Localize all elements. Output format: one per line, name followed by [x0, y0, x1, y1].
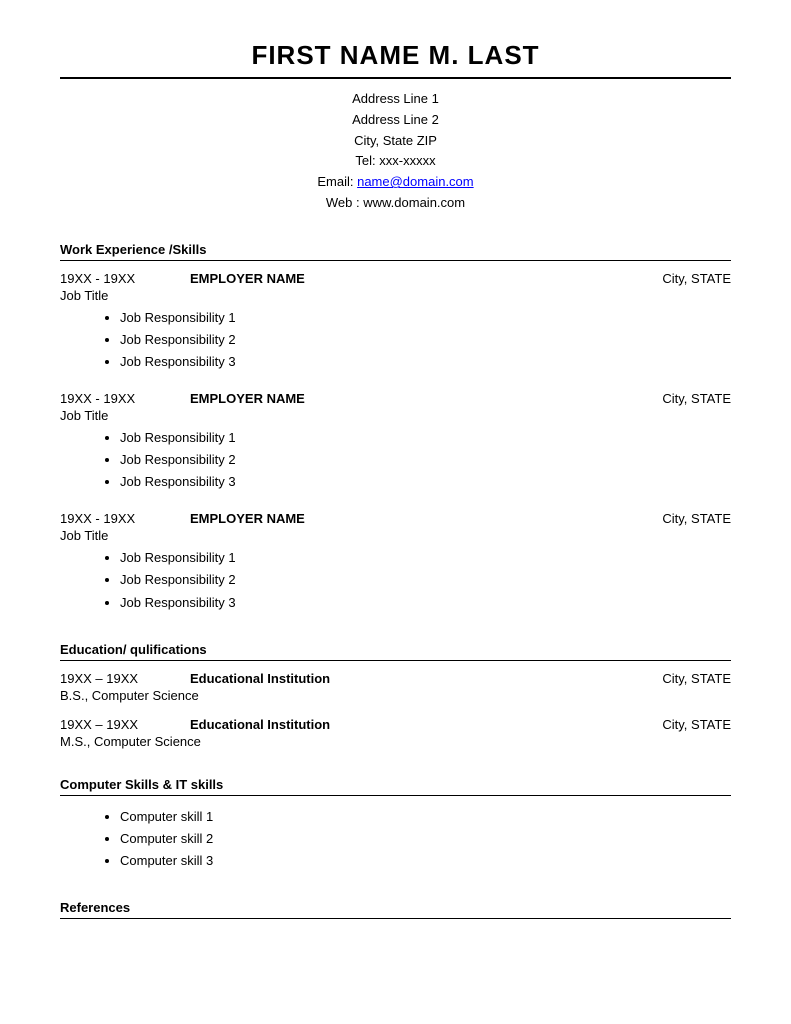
references-title: References [60, 900, 731, 919]
address-line2: Address Line 2 [60, 110, 731, 131]
list-item: Job Responsibility 2 [120, 569, 731, 591]
address-line1: Address Line 1 [60, 89, 731, 110]
education-title: Education/ qulifications [60, 642, 731, 661]
resume-contact: Address Line 1 Address Line 2 City, Stat… [60, 89, 731, 214]
job-dates-3: 19XX - 19XX [60, 511, 190, 526]
skills-list: Computer skill 1 Computer skill 2 Comput… [60, 806, 731, 872]
edu-dates-2: 19XX – 19XX [60, 717, 190, 732]
job-entry-1: 19XX - 19XX EMPLOYER NAME City, STATE Jo… [60, 271, 731, 373]
job-title-1: Job Title [60, 288, 731, 303]
job-header-1: 19XX - 19XX EMPLOYER NAME City, STATE [60, 271, 731, 286]
education-section: Education/ qulifications 19XX – 19XX Edu… [60, 642, 731, 749]
email-label: Email: [317, 174, 357, 189]
list-item: Job Responsibility 1 [120, 547, 731, 569]
edu-header-1: 19XX – 19XX Educational Institution City… [60, 671, 731, 686]
edu-location-1: City, STATE [611, 671, 731, 686]
edu-institution-1: Educational Institution [190, 671, 611, 686]
list-item: Job Responsibility 3 [120, 351, 731, 373]
edu-dates-1: 19XX – 19XX [60, 671, 190, 686]
tel: Tel: xxx-xxxxx [60, 151, 731, 172]
list-item: Computer skill 1 [120, 806, 731, 828]
job-entry-3: 19XX - 19XX EMPLOYER NAME City, STATE Jo… [60, 511, 731, 613]
computer-skills-section: Computer Skills & IT skills Computer ski… [60, 777, 731, 872]
job-employer-1: EMPLOYER NAME [190, 271, 611, 286]
city-state-zip: City, State ZIP [60, 131, 731, 152]
work-experience-title: Work Experience /Skills [60, 242, 731, 261]
edu-institution-2: Educational Institution [190, 717, 611, 732]
job-responsibilities-2: Job Responsibility 1 Job Responsibility … [60, 427, 731, 493]
list-item: Job Responsibility 2 [120, 449, 731, 471]
job-dates-1: 19XX - 19XX [60, 271, 190, 286]
edu-location-2: City, STATE [611, 717, 731, 732]
edu-entry-2: 19XX – 19XX Educational Institution City… [60, 717, 731, 749]
references-section: References [60, 900, 731, 919]
job-responsibilities-1: Job Responsibility 1 Job Responsibility … [60, 307, 731, 373]
list-item: Computer skill 3 [120, 850, 731, 872]
job-employer-2: EMPLOYER NAME [190, 391, 611, 406]
job-header-3: 19XX - 19XX EMPLOYER NAME City, STATE [60, 511, 731, 526]
list-item: Job Responsibility 3 [120, 471, 731, 493]
email-line: Email: name@domain.com [60, 172, 731, 193]
email-link[interactable]: name@domain.com [357, 174, 474, 189]
edu-header-2: 19XX – 19XX Educational Institution City… [60, 717, 731, 732]
job-employer-3: EMPLOYER NAME [190, 511, 611, 526]
job-title-2: Job Title [60, 408, 731, 423]
list-item: Job Responsibility 3 [120, 592, 731, 614]
resume-header: FIRST NAME M. LAST Address Line 1 Addres… [60, 40, 731, 214]
web: Web : www.domain.com [60, 193, 731, 214]
list-item: Job Responsibility 1 [120, 427, 731, 449]
computer-skills-title: Computer Skills & IT skills [60, 777, 731, 796]
list-item: Job Responsibility 2 [120, 329, 731, 351]
list-item: Computer skill 2 [120, 828, 731, 850]
job-location-1: City, STATE [611, 271, 731, 286]
job-entry-2: 19XX - 19XX EMPLOYER NAME City, STATE Jo… [60, 391, 731, 493]
job-title-3: Job Title [60, 528, 731, 543]
resume-name: FIRST NAME M. LAST [60, 40, 731, 79]
edu-entry-1: 19XX – 19XX Educational Institution City… [60, 671, 731, 703]
resume-container: FIRST NAME M. LAST Address Line 1 Addres… [60, 40, 731, 919]
edu-degree-2: M.S., Computer Science [60, 734, 731, 749]
work-experience-section: Work Experience /Skills 19XX - 19XX EMPL… [60, 242, 731, 614]
list-item: Job Responsibility 1 [120, 307, 731, 329]
job-location-3: City, STATE [611, 511, 731, 526]
job-dates-2: 19XX - 19XX [60, 391, 190, 406]
job-responsibilities-3: Job Responsibility 1 Job Responsibility … [60, 547, 731, 613]
job-header-2: 19XX - 19XX EMPLOYER NAME City, STATE [60, 391, 731, 406]
job-location-2: City, STATE [611, 391, 731, 406]
edu-degree-1: B.S., Computer Science [60, 688, 731, 703]
